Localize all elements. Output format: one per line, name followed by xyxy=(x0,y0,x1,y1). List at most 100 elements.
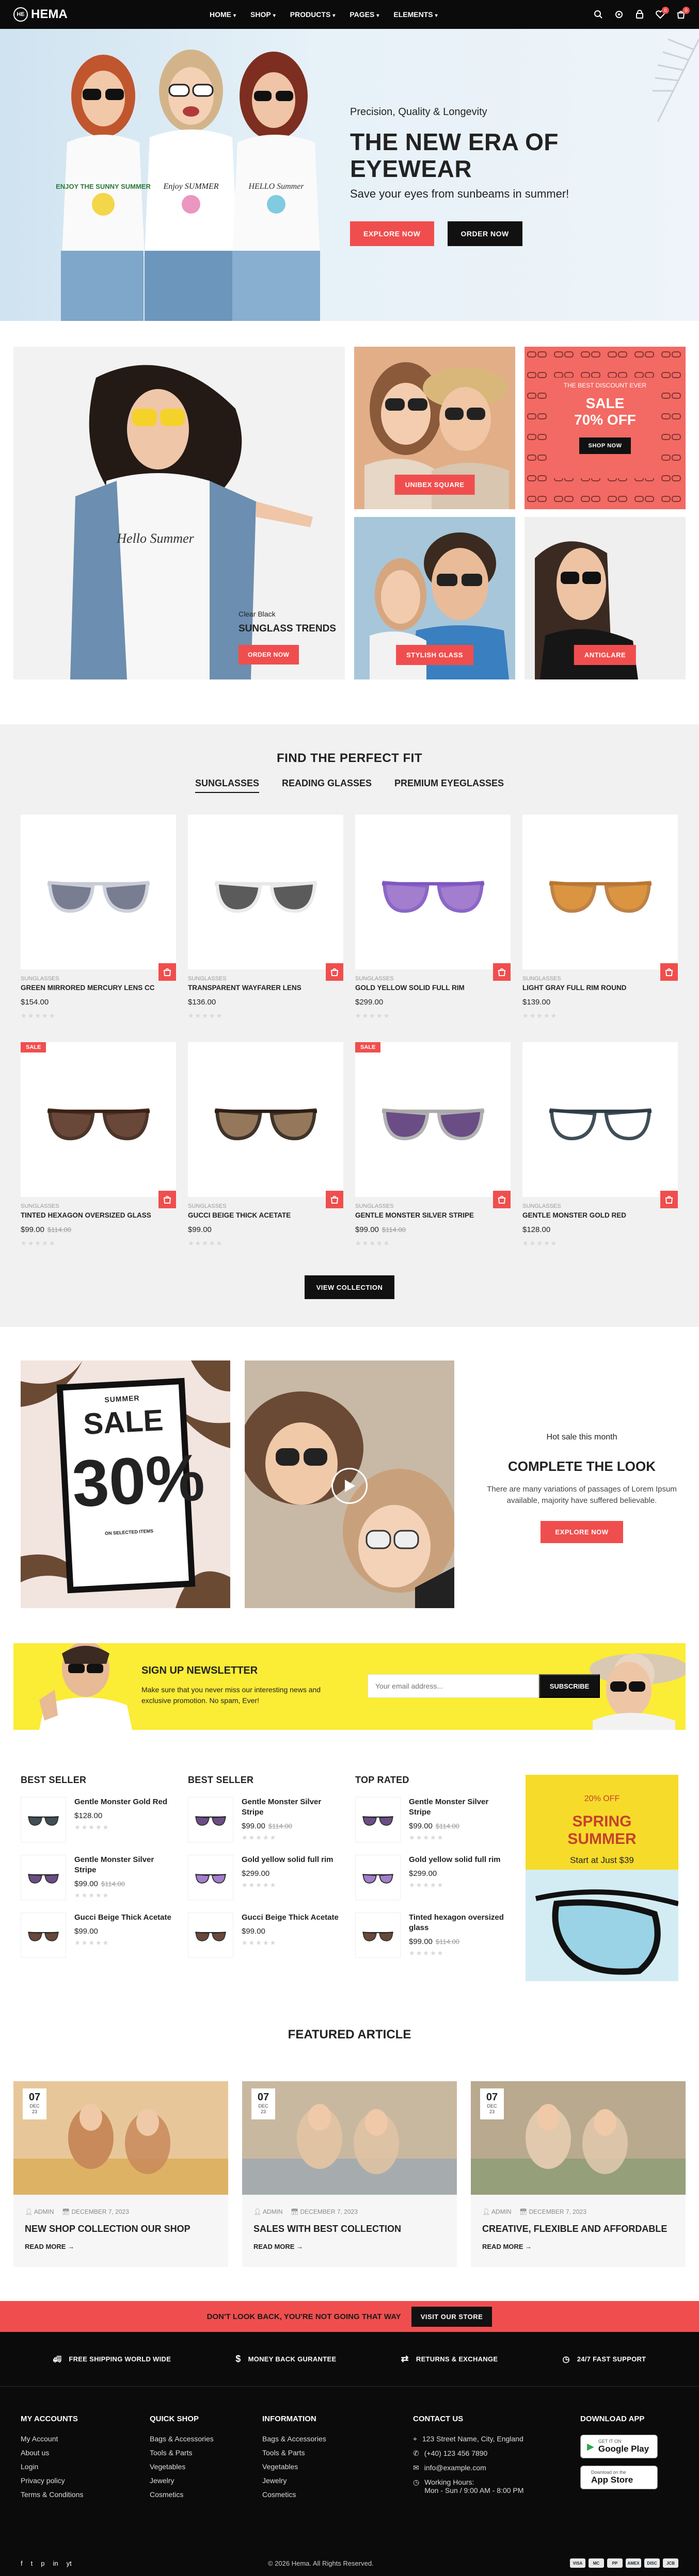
cart-icon[interactable]: 0 xyxy=(676,7,690,19)
trend-order-button[interactable]: ORDER NOW xyxy=(239,645,299,665)
article-title[interactable]: SALES WITH BEST COLLECTION xyxy=(242,2215,457,2234)
footer-info-link[interactable]: Vegetables xyxy=(262,2462,326,2471)
footer-info-link[interactable]: Bags & Accessories xyxy=(262,2435,326,2443)
add-to-cart-icon[interactable] xyxy=(660,1191,678,1208)
product-image[interactable] xyxy=(355,815,511,969)
summer-sale-banner[interactable]: SUMMER SALE 30% ON SELECTED ITEMS xyxy=(21,1360,230,1608)
add-to-cart-icon[interactable] xyxy=(493,1191,511,1208)
video-banner[interactable] xyxy=(245,1360,454,1608)
footer-info-link[interactable]: Cosmetics xyxy=(262,2490,326,2499)
hero-explore-button[interactable]: EXPLORE NOW xyxy=(350,221,434,246)
article-image[interactable]: 07 DEC 23 xyxy=(471,2081,686,2195)
list-item[interactable]: Gentle Monster Silver Stripe $99.00 $114.0… xyxy=(21,1855,176,1900)
contact-phone[interactable]: ✆ (+40) 123 456 7890 xyxy=(413,2449,568,2458)
list-item-thumb[interactable] xyxy=(21,1797,66,1842)
banner-sale[interactable]: THE BEST DISCOUNT EVER SALE 70% OFF SHOP… xyxy=(525,347,686,509)
add-to-cart-icon[interactable] xyxy=(493,963,511,981)
article-title[interactable]: CREATIVE, FLEXIBLE AND AFFORDABLE xyxy=(471,2215,686,2234)
spring-summer-banner[interactable]: 20% OFF SPRING SUMMER Start at Just $39 xyxy=(526,1775,678,1981)
social-icon[interactable]: t xyxy=(31,2559,33,2567)
article-image[interactable]: 07 DEC 23 xyxy=(13,2081,228,2195)
product-name[interactable]: GENTLE MONSTER GOLD RED xyxy=(522,1211,678,1219)
add-to-cart-icon[interactable] xyxy=(326,1191,343,1208)
footer-quick-link[interactable]: Cosmetics xyxy=(150,2490,214,2499)
footer-info-link[interactable]: Jewelry xyxy=(262,2476,326,2485)
footer-account-link[interactable]: My Account xyxy=(21,2435,83,2443)
list-item[interactable]: Tinted hexagon oversized glass $99.00 $114… xyxy=(355,1913,510,1958)
footer-quick-link[interactable]: Tools & Parts xyxy=(150,2449,214,2457)
product-image[interactable] xyxy=(188,1042,343,1197)
product-card[interactable]: SUNGLASSES GUCCI BEIGE THICK ACETATE $99.0… xyxy=(188,1042,343,1260)
product-card[interactable]: SUNGLASSES GREEN MIRRORED MERCURY LENS CC… xyxy=(21,815,176,1033)
banner-antiglare[interactable]: ANTIGLARE xyxy=(525,517,686,679)
google-play-badge[interactable]: ▶ GET IT ON Google Play xyxy=(580,2435,658,2458)
newsletter-email-input[interactable] xyxy=(368,1674,539,1698)
user-icon[interactable] xyxy=(635,10,644,19)
social-icon[interactable]: yt xyxy=(67,2559,72,2567)
product-card[interactable]: SALE SUNGLASSES GENTLE MONSTER SILVER STRI… xyxy=(355,1042,511,1260)
list-item[interactable]: Gold yellow solid full rim $299.00 ★★★★★ xyxy=(188,1855,343,1900)
nav-products[interactable]: PRODUCTS ▾ xyxy=(290,10,336,19)
tab-sunglasses[interactable]: SUNGLASSES xyxy=(195,778,259,793)
footer-quick-link[interactable]: Jewelry xyxy=(150,2476,214,2485)
product-image[interactable]: SALE xyxy=(21,1042,176,1197)
product-card[interactable]: SALE SUNGLASSES TINTED HEXAGON OVERSIZED G… xyxy=(21,1042,176,1260)
view-collection-button[interactable]: VIEW COLLECTION xyxy=(305,1275,394,1299)
banner-stylish-glass[interactable]: STYLISH GLASS xyxy=(354,517,515,679)
banner-unibex-square[interactable]: UNIBEX SQUARE xyxy=(354,347,515,509)
add-to-cart-icon[interactable] xyxy=(326,963,343,981)
list-item-thumb[interactable] xyxy=(188,1797,233,1842)
article-card[interactable]: 07 DEC 23 👤︎ ADMIN 📅︎ DECEMBER 7, 2023 NEW S… xyxy=(13,2081,228,2267)
social-icon[interactable]: in xyxy=(53,2559,58,2567)
banner-sunglass-trends[interactable]: Hello Summer Clear Black SUNGLASS TRENDS… xyxy=(13,347,345,679)
product-image[interactable]: SALE xyxy=(355,1042,511,1197)
tab-reading-glasses[interactable]: READING GLASSES xyxy=(282,778,372,793)
product-image[interactable] xyxy=(188,815,343,969)
list-item-name[interactable]: Gentle Monster Silver Stripe xyxy=(409,1797,510,1818)
wishlist-icon[interactable]: 0 xyxy=(656,7,669,19)
nav-elements[interactable]: ELEMENTS ▾ xyxy=(393,10,437,19)
list-item-name[interactable]: Gentle Monster Silver Stripe xyxy=(74,1855,176,1875)
logo[interactable]: HE HEMA xyxy=(13,7,210,22)
product-name[interactable]: LIGHT GRAY FULL RIM ROUND xyxy=(522,984,678,992)
product-card[interactable]: SUNGLASSES TRANSPARENT WAYFARER LENS $136.… xyxy=(188,815,343,1033)
list-item-name[interactable]: Tinted hexagon oversized glass xyxy=(409,1913,510,1933)
article-title[interactable]: NEW SHOP COLLECTION OUR SHOP xyxy=(13,2215,228,2234)
app-store-badge[interactable]: Download on the App Store xyxy=(580,2466,658,2489)
product-image[interactable] xyxy=(21,815,176,969)
list-item-thumb[interactable] xyxy=(355,1855,401,1900)
footer-quick-link[interactable]: Bags & Accessories xyxy=(150,2435,214,2443)
antiglare-tag[interactable]: ANTIGLARE xyxy=(574,645,637,665)
unibex-square-tag[interactable]: UNIBEX SQUARE xyxy=(394,475,475,495)
list-item-name[interactable]: Gentle Monster Silver Stripe xyxy=(242,1797,343,1818)
list-item-name[interactable]: Gucci Beige Thick Acetate xyxy=(74,1913,171,1923)
social-icon[interactable]: f xyxy=(21,2559,23,2567)
footer-account-link[interactable]: About us xyxy=(21,2449,83,2457)
list-item-name[interactable]: Gentle Monster Gold Red xyxy=(74,1797,167,1807)
add-to-cart-icon[interactable] xyxy=(158,1191,176,1208)
play-video-icon[interactable] xyxy=(331,1468,368,1504)
article-image[interactable]: 07 DEC 23 xyxy=(242,2081,457,2195)
subscribe-button[interactable]: SUBSCRIBE xyxy=(539,1674,600,1698)
list-item-thumb[interactable] xyxy=(188,1855,233,1900)
list-item-name[interactable]: Gucci Beige Thick Acetate xyxy=(242,1913,339,1923)
list-item[interactable]: Gentle Monster Silver Stripe $99.00 $114.0… xyxy=(188,1797,343,1842)
product-card[interactable]: SUNGLASSES LIGHT GRAY FULL RIM ROUND $139.… xyxy=(522,815,678,1033)
read-more-link[interactable]: READ MORE → xyxy=(242,2234,457,2250)
list-item[interactable]: Gucci Beige Thick Acetate $99.00 ★★★★★ xyxy=(188,1913,343,1958)
social-icon[interactable]: p xyxy=(41,2559,44,2567)
article-card[interactable]: 07 DEC 23 👤︎ ADMIN 📅︎ DECEMBER 7, 2023 CREAT… xyxy=(471,2081,686,2267)
list-item[interactable]: Gucci Beige Thick Acetate $99.00 ★★★★★ xyxy=(21,1913,176,1958)
add-to-cart-icon[interactable] xyxy=(158,963,176,981)
list-item[interactable]: Gentle Monster Gold Red $128.00 ★★★★★ xyxy=(21,1797,176,1842)
product-name[interactable]: GOLD YELLOW SOLID FULL RIM xyxy=(355,984,511,992)
list-item-thumb[interactable] xyxy=(355,1913,401,1958)
add-to-cart-icon[interactable] xyxy=(660,963,678,981)
list-item-thumb[interactable] xyxy=(355,1797,401,1842)
nav-home[interactable]: HOME ▾ xyxy=(210,10,236,19)
list-item-name[interactable]: Gold yellow solid full rim xyxy=(242,1855,333,1865)
search-icon[interactable] xyxy=(594,10,603,19)
footer-quick-link[interactable]: Vegetables xyxy=(150,2462,214,2471)
settings-icon[interactable] xyxy=(614,10,624,19)
product-name[interactable]: GENTLE MONSTER SILVER STRIPE xyxy=(355,1211,511,1219)
